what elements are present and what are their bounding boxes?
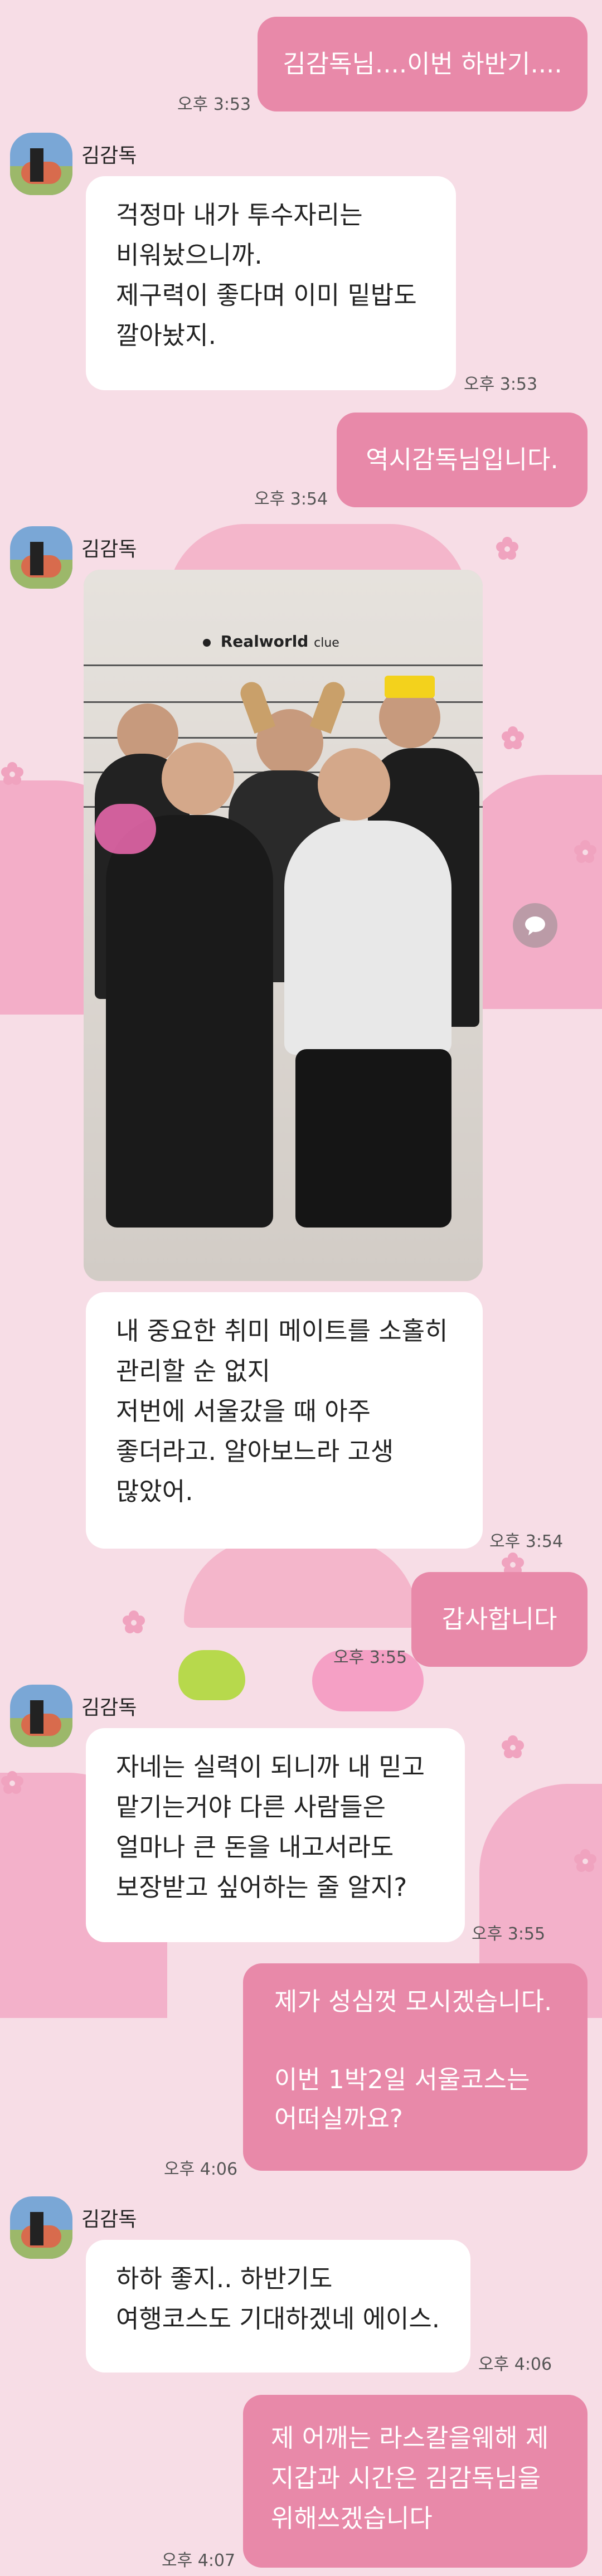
outgoing-message[interactable]: 제가 성심껏 모시겠습니다. 이번 1박2일 서울코스는 어떠실까요? <box>243 1963 588 2171</box>
avatar[interactable] <box>10 2196 72 2259</box>
message-time: 오후 4:07 <box>162 2551 236 2570</box>
message-time: 오후 3:54 <box>254 489 328 509</box>
flower-icon <box>496 537 518 560</box>
sender-name: 김감독 <box>81 538 137 561</box>
incoming-message[interactable]: 자네는 실력이 되니까 내 믿고 맡기는거야 다른 사람들은 얼마나 큰 돈을 … <box>86 1728 465 1942</box>
photo-brand-logo: Realworld clue <box>203 632 339 651</box>
flower-icon <box>574 840 596 863</box>
message-time: 오후 3:53 <box>177 95 251 114</box>
flower-icon <box>1 762 23 785</box>
avatar[interactable] <box>10 526 72 589</box>
avatar[interactable] <box>10 133 72 195</box>
sender-name: 김감독 <box>81 2208 137 2231</box>
flower-icon <box>123 1610 145 1633</box>
incoming-message[interactable]: 걱정마 내가 투수자리는 비워놨으니까. 제구력이 좋다며 이미 밑밥도 깔아놨… <box>86 176 456 390</box>
message-time: 오후 3:54 <box>489 1532 564 1551</box>
message-time: 오후 4:06 <box>478 2355 552 2374</box>
shared-photo[interactable]: Realworld clue <box>84 570 483 1281</box>
crown-prop <box>385 676 435 698</box>
flower-icon <box>502 726 524 749</box>
outgoing-message[interactable]: 제 어깨는 라스칼을웨해 제 지갑과 시간은 김감독님을 위해쓰겠습니다 <box>243 2395 588 2568</box>
flower-icon <box>1 1771 23 1794</box>
outgoing-message[interactable]: 김감독님....이번 하반기.... <box>258 17 588 111</box>
incoming-message[interactable]: 내 중요한 취미 메이트를 소홀히 관리할 순 없지 저번에 서울갔을 때 아주… <box>86 1292 483 1549</box>
person-figure <box>295 1049 452 1228</box>
message-time: 오후 3:55 <box>333 1648 407 1667</box>
outgoing-message[interactable]: 역시감독님입니다. <box>337 413 588 507</box>
outgoing-message[interactable]: 갑사합니다 <box>411 1572 588 1667</box>
share-icon[interactable] <box>513 903 557 948</box>
background-umbrella-bottom <box>184 1539 418 1628</box>
sender-name: 김감독 <box>81 1696 137 1719</box>
share-glyph-icon <box>525 916 545 935</box>
person-figure <box>284 821 452 1055</box>
message-time: 오후 3:55 <box>472 1924 546 1944</box>
incoming-message[interactable]: 하하 좋지.. 하반기도 여행코스도 기대하겠네 에이스. <box>86 2240 470 2373</box>
avatar[interactable] <box>10 1685 72 1747</box>
flower-icon <box>502 1735 524 1758</box>
person-figure <box>162 743 234 815</box>
person-figure <box>106 815 273 1228</box>
sender-name: 김감독 <box>81 144 137 167</box>
message-time: 오후 4:06 <box>164 2160 238 2179</box>
flower-icon <box>574 1849 596 1872</box>
wand-prop <box>95 804 156 854</box>
background-character-icon <box>178 1650 245 1700</box>
message-time: 오후 3:53 <box>464 375 538 394</box>
person-figure <box>318 748 390 821</box>
